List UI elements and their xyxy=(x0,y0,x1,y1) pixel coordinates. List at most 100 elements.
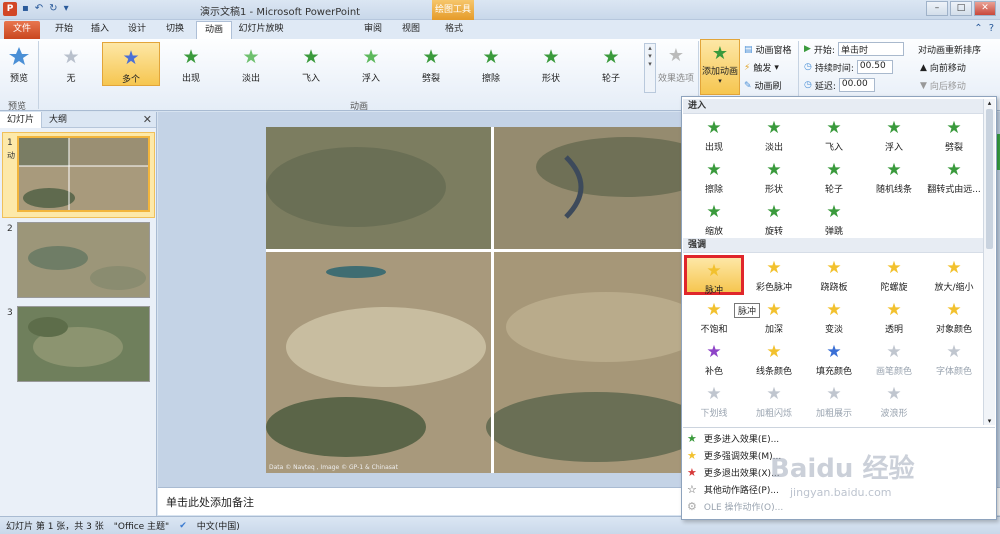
emphasis-effect[interactable]: ★ 陀螺旋 xyxy=(864,255,924,295)
animation-option[interactable]: ★ 浮入 xyxy=(342,42,400,86)
gallery-scroll-thumb[interactable] xyxy=(986,109,993,249)
tab-slides[interactable]: 幻灯片 xyxy=(0,111,43,128)
tab-outline[interactable]: 大纲 xyxy=(42,112,74,128)
entrance-effect[interactable]: ★ 缩放 xyxy=(684,199,744,239)
entrance-effect[interactable]: ★ 浮入 xyxy=(864,115,924,155)
emphasis-effect[interactable]: ★ 彩色脉冲 xyxy=(744,255,804,295)
effect-star-icon: ★ xyxy=(766,342,782,362)
tab-home[interactable]: 开始 xyxy=(48,21,80,39)
close-button[interactable]: ✕ xyxy=(974,1,996,16)
tab-transitions[interactable]: 切换 xyxy=(158,21,192,39)
help-icon[interactable]: ? xyxy=(989,23,994,34)
emphasis-effect[interactable]: ★ 加粗展示 xyxy=(804,381,864,421)
tab-format[interactable]: 格式 xyxy=(436,21,472,39)
entrance-effect[interactable]: ★ 淡出 xyxy=(744,115,804,155)
preview-button[interactable]: 预览 xyxy=(4,41,34,97)
animation-option[interactable]: ★ 劈裂 xyxy=(402,42,460,86)
emphasis-effect[interactable]: ★ 补色 xyxy=(684,339,744,379)
minimize-button[interactable]: – xyxy=(926,1,948,16)
entrance-effect[interactable]: ★ 随机线条 xyxy=(864,157,924,197)
minimize-ribbon-icon[interactable]: ⌃ xyxy=(974,23,982,34)
more-effects-item[interactable]: ⚙ OLE 操作动作(O)... xyxy=(683,498,995,515)
delay-input[interactable]: 00.00 xyxy=(838,78,875,92)
slide-thumbnail-2[interactable] xyxy=(17,222,150,298)
effect-label: 透明 xyxy=(884,325,903,335)
entrance-effect[interactable]: ★ 擦除 xyxy=(684,157,744,197)
title-bar: P ▪ ↶ ↻ ▾ 演示文稿1 - Microsoft PowerPoint 绘… xyxy=(0,0,1000,20)
animation-star-icon: ★ xyxy=(482,46,500,68)
animation-option[interactable]: ★ 擦除 xyxy=(462,42,520,86)
emphasis-effect[interactable]: ★ 线条颜色 xyxy=(744,339,804,379)
delay-clock-icon: ◷ xyxy=(804,80,812,90)
emphasis-effect[interactable]: ★ 波浪形 xyxy=(864,381,924,421)
tab-slideshow[interactable]: 幻灯片放映 xyxy=(236,21,286,39)
language-indicator[interactable]: 中文(中国) xyxy=(197,519,240,532)
animation-pane-button[interactable]: ▤ 动画窗格 xyxy=(744,43,792,57)
maximize-button[interactable]: □ xyxy=(950,1,972,16)
tab-insert[interactable]: 插入 xyxy=(84,21,116,39)
animation-gallery-scroll[interactable]: ▴ ▾ ▾ xyxy=(644,43,656,93)
slide-thumbnail-3[interactable] xyxy=(17,306,150,382)
animation-option[interactable]: ★ 无 xyxy=(42,42,100,86)
entrance-effect[interactable]: ★ 出现 xyxy=(684,115,744,155)
group-label-preview: 预览 xyxy=(8,102,27,112)
current-slide[interactable]: Data © Navteq , Image © GP-1 & Chinasat xyxy=(266,127,736,473)
animation-option[interactable]: ★ 多个 xyxy=(102,42,160,86)
emphasis-effect[interactable]: ★ 填充颜色 xyxy=(804,339,864,379)
trigger-button[interactable]: ⚡ 触发 ▾ xyxy=(744,61,779,75)
emphasis-effect[interactable]: ★ 加粗闪烁 xyxy=(744,381,804,421)
gallery-scrollbar[interactable]: ▴ ▾ xyxy=(983,99,995,425)
emphasis-effect[interactable]: ★ 下划线 xyxy=(684,381,744,421)
start-row: ▶ 开始: 单击时 xyxy=(804,42,904,56)
redo-icon[interactable]: ↻ xyxy=(49,3,57,14)
customize-qat-icon[interactable]: ▾ xyxy=(64,3,69,14)
effect-star-icon: ★ xyxy=(826,342,842,362)
emphasis-effect[interactable]: ★ 对象颜色 xyxy=(924,297,984,337)
powerpoint-app-icon[interactable]: P xyxy=(3,2,17,16)
entrance-effect[interactable]: ★ 翻转式由远... xyxy=(924,157,984,197)
animation-painter-button[interactable]: ✎ 动画刷 xyxy=(744,79,782,93)
entrance-effect[interactable]: ★ 飞入 xyxy=(804,115,864,155)
entrance-effect[interactable]: ★ 弹跳 xyxy=(804,199,864,239)
entrance-effect[interactable]: ★ 轮子 xyxy=(804,157,864,197)
animation-option[interactable]: ★ 飞入 xyxy=(282,42,340,86)
emphasis-effect[interactable]: ★ 放大/缩小 xyxy=(924,255,984,295)
animation-option[interactable]: ★ 淡出 xyxy=(222,42,280,86)
duration-input[interactable]: 00.50 xyxy=(856,60,893,74)
move-later-button[interactable]: ▼ 向后移动 xyxy=(920,79,966,93)
effect-options-button[interactable]: ★ 效果选项 xyxy=(656,41,696,97)
entrance-effect[interactable]: ★ 旋转 xyxy=(744,199,804,239)
tab-review[interactable]: 审阅 xyxy=(356,21,390,39)
effect-star-icon: ★ xyxy=(766,258,782,278)
effect-star-icon: ★ xyxy=(886,258,902,278)
effect-label: 缩放 xyxy=(704,227,723,237)
emphasis-effect[interactable]: ★ 画笔颜色 xyxy=(864,339,924,379)
animation-star-icon: ★ xyxy=(182,46,200,68)
emphasis-effect[interactable]: ★ 脉冲 xyxy=(684,255,744,296)
emphasis-effect[interactable]: ★ 字体颜色 xyxy=(924,339,984,379)
tab-file[interactable]: 文件 xyxy=(4,21,40,39)
add-animation-button[interactable]: ★ 添加动画 ▾ xyxy=(700,39,740,95)
animation-option[interactable]: ★ 形状 xyxy=(522,42,580,86)
entrance-effect[interactable]: ★ 劈裂 xyxy=(924,115,984,155)
animation-option[interactable]: ★ 出现 xyxy=(162,42,220,86)
slide-thumbnail-1[interactable] xyxy=(17,136,150,212)
move-earlier-button[interactable]: ▲ 向前移动 xyxy=(920,61,966,75)
more-effects-item[interactable]: ★ 更多进入效果(E)... xyxy=(683,430,995,447)
spellcheck-icon[interactable]: ✔ xyxy=(179,521,187,531)
start-select[interactable]: 单击时 xyxy=(837,42,904,56)
emphasis-effect[interactable]: ★ 透明 xyxy=(864,297,924,337)
tab-design[interactable]: 设计 xyxy=(120,21,154,39)
undo-icon[interactable]: ↶ xyxy=(35,3,43,14)
effect-star-icon: ★ xyxy=(766,118,782,138)
tab-view[interactable]: 视图 xyxy=(394,21,428,39)
emphasis-effect[interactable]: ★ 变淡 xyxy=(804,297,864,337)
effect-label: 放大/缩小 xyxy=(934,283,974,293)
image-credit: Data © Navteq , Image © GP-1 & Chinasat xyxy=(269,464,398,471)
entrance-effect[interactable]: ★ 形状 xyxy=(744,157,804,197)
animation-option[interactable]: ★ 轮子 xyxy=(582,42,640,86)
close-panel-icon[interactable]: ✕ xyxy=(143,113,152,126)
tab-animations[interactable]: 动画 xyxy=(196,21,232,39)
save-icon[interactable]: ▪ xyxy=(22,3,29,14)
emphasis-effect[interactable]: ★ 跷跷板 xyxy=(804,255,864,295)
